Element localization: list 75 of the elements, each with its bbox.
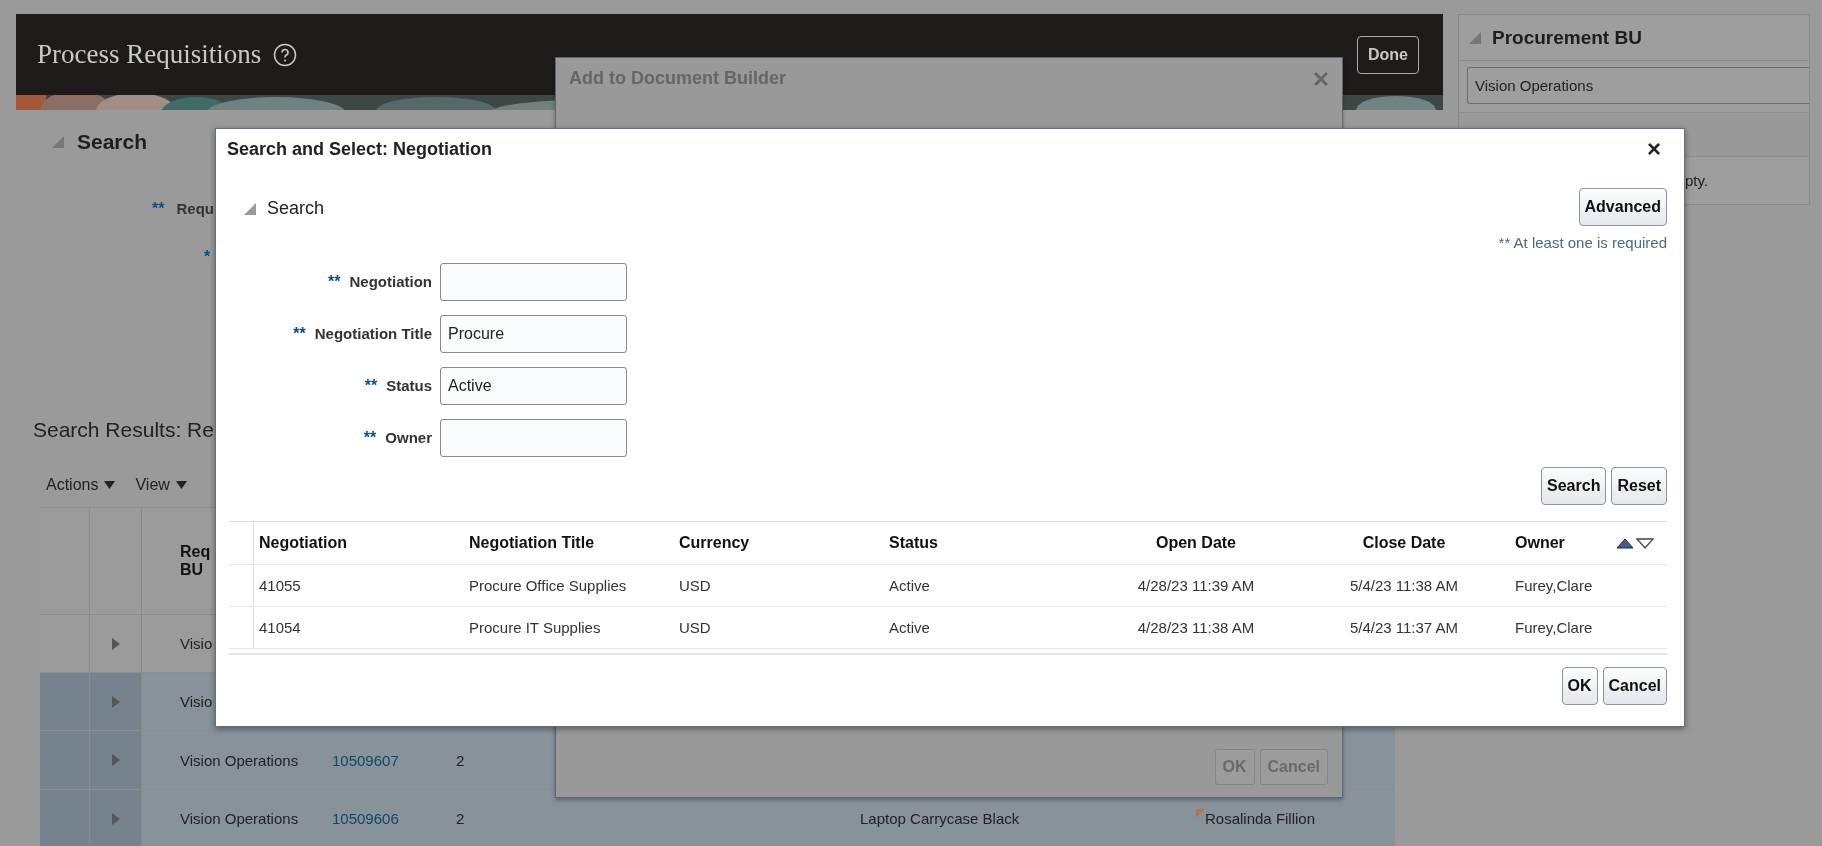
table-cell-text: 2 bbox=[456, 810, 466, 827]
business-unit-field[interactable]: Vision Operations bbox=[1467, 67, 1809, 104]
table-cell-text: Furey,Clare bbox=[1514, 619, 1594, 636]
search-button[interactable]: Search bbox=[1541, 467, 1607, 505]
table-cell-text: Laptop Carrycase Black bbox=[860, 810, 1021, 827]
expand-triangle-icon[interactable] bbox=[51, 135, 65, 149]
expand-triangle-icon[interactable] bbox=[1468, 30, 1482, 45]
table-cell-text: Procure IT Supplies bbox=[468, 619, 602, 636]
field-label: Requ bbox=[176, 200, 214, 217]
column-header: Req BU bbox=[180, 543, 212, 579]
empty-note: pty. bbox=[1685, 172, 1709, 189]
required-mark: * bbox=[204, 248, 211, 266]
table-cell: Rosalinda Fillion bbox=[1205, 810, 1316, 827]
field-label: Negotiation bbox=[349, 273, 432, 290]
section-title: Procurement BU bbox=[1492, 26, 1642, 49]
toolbar-menu[interactable]: View bbox=[135, 476, 187, 494]
table-cell-text: USD bbox=[678, 619, 712, 636]
table-cell-text: 4/28/23 11:38 AM bbox=[1136, 619, 1256, 636]
dialog-title: Search and Select: Negotiation bbox=[227, 138, 493, 160]
section-title: Search bbox=[77, 130, 148, 154]
table-cell-text: 5/4/23 11:37 AM bbox=[1348, 619, 1460, 636]
page-title: Process Requisitions bbox=[37, 39, 298, 70]
column-header[interactable]: Close Date bbox=[1298, 534, 1510, 552]
input-field[interactable] bbox=[440, 419, 627, 457]
field-label: Status bbox=[386, 377, 432, 394]
required-mark: ** bbox=[363, 429, 377, 447]
input-field[interactable]: Procure bbox=[440, 315, 627, 353]
cancel-button[interactable]: Cancel bbox=[1602, 667, 1667, 705]
results-title: Search Results: Re bbox=[33, 418, 214, 442]
field-label: Negotiation Title bbox=[314, 325, 432, 342]
toolbar-menu[interactable]: Actions bbox=[46, 476, 116, 494]
table-cell-text: 41055 bbox=[258, 577, 302, 594]
input-field[interactable]: Active bbox=[440, 367, 627, 405]
reset-button[interactable]: Reset bbox=[1611, 467, 1667, 505]
result-row[interactable]: 41055 Procure Office Supplies USD Active 4/28/23 11:39 AM 5/4/23 11:38 AM Furey,Clare bbox=[229, 565, 1667, 607]
table-cell: Visio bbox=[180, 693, 213, 710]
required-note: ** At least one is required bbox=[1497, 234, 1667, 251]
result-row[interactable]: 41054 Procure IT Supplies USD Active 4/28/23 11:38 AM 5/4/23 11:37 AM Furey,Clare bbox=[229, 607, 1667, 649]
table-row[interactable]: Vision Operations 10509606 2 Laptop Carrycase Black Rosalinda Fillion bbox=[40, 790, 1395, 846]
required-mark: ** bbox=[152, 200, 165, 218]
column-header[interactable]: Open Date bbox=[1094, 534, 1298, 552]
required-mark: ** bbox=[328, 273, 341, 291]
table-cell: 2 bbox=[456, 751, 465, 769]
close-button[interactable]: × bbox=[1641, 135, 1667, 163]
done-button[interactable]: Done bbox=[1357, 35, 1419, 74]
advanced-button[interactable]: Advanced bbox=[1578, 188, 1667, 226]
column-header[interactable]: Owner bbox=[1510, 534, 1610, 552]
table-cell-text: Active bbox=[888, 577, 931, 594]
table-cell-text: 41054 bbox=[258, 619, 302, 636]
caret-icon bbox=[104, 481, 116, 489]
table-cell-text: Procure Office Supplies bbox=[468, 577, 628, 594]
required-mark: ** bbox=[293, 325, 306, 343]
expand-triangle-icon[interactable] bbox=[243, 201, 257, 216]
field-label: Owner bbox=[385, 429, 432, 446]
ok-button[interactable]: OK bbox=[1561, 667, 1598, 705]
input-field[interactable] bbox=[440, 263, 627, 301]
section-title: Search bbox=[267, 198, 325, 219]
column-header[interactable]: Status bbox=[884, 534, 1094, 552]
caret-icon bbox=[175, 481, 187, 489]
table-cell-text: 5/4/23 11:38 AM bbox=[1348, 577, 1460, 594]
table-cell-text: 4/28/23 11:39 AM bbox=[1136, 577, 1256, 594]
column-header[interactable]: Currency bbox=[674, 534, 884, 552]
table-cell-text: Furey,Clare bbox=[1514, 577, 1594, 594]
table-cell-text: Vision Operations bbox=[180, 810, 300, 827]
column-header[interactable]: Negotiation bbox=[254, 534, 464, 552]
table-cell-text: Vision Operations bbox=[180, 751, 300, 769]
table-cell-text: Active bbox=[888, 619, 931, 636]
help-icon[interactable] bbox=[273, 42, 298, 67]
required-mark: ** bbox=[364, 377, 378, 395]
sort-icon[interactable] bbox=[1616, 536, 1654, 550]
close-icon[interactable] bbox=[1314, 71, 1328, 86]
flag-icon bbox=[1196, 809, 1205, 818]
column-header[interactable]: Negotiation Title bbox=[464, 534, 674, 552]
table-cell: Visio bbox=[180, 635, 213, 652]
table-cell-text: USD bbox=[678, 577, 712, 594]
